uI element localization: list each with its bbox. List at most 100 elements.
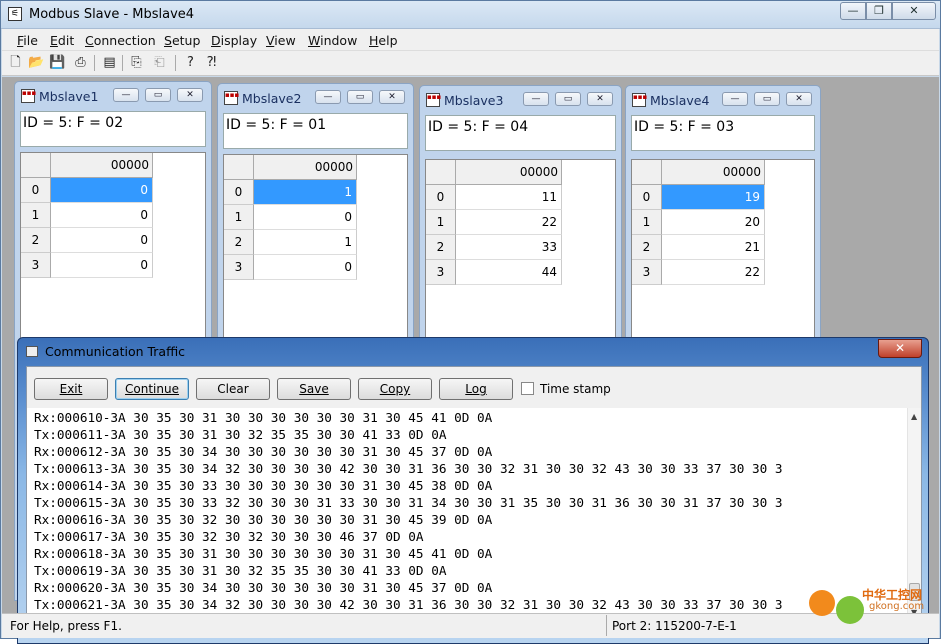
child-minimize-button[interactable]: — <box>523 92 549 106</box>
child-maximize-button[interactable]: ▭ <box>145 88 171 102</box>
maximize-button[interactable]: ❐ <box>866 2 892 20</box>
register-cell[interactable]: 1 <box>254 180 357 205</box>
traffic-line: Rx:000616-3A 30 35 30 32 30 30 30 30 30 … <box>34 512 493 527</box>
register-cell[interactable]: 21 <box>662 235 765 260</box>
column-header[interactable]: 00000 <box>456 160 562 185</box>
child-close-button[interactable]: ✕ <box>786 92 812 106</box>
row-header[interactable]: 1 <box>426 210 456 235</box>
child-close-button[interactable]: ✕ <box>587 92 613 106</box>
scroll-up-icon[interactable]: ▲ <box>911 412 917 421</box>
row-header[interactable]: 2 <box>224 230 254 255</box>
copy-button[interactable]: Copy <box>358 378 432 400</box>
traffic-line: Rx:000612-3A 30 35 30 34 30 30 30 30 30 … <box>34 444 493 459</box>
row-header[interactable]: 1 <box>224 205 254 230</box>
child-maximize-button[interactable]: ▭ <box>555 92 581 106</box>
disconnect-icon[interactable]: ⎗ <box>151 54 168 71</box>
row-header[interactable]: 1 <box>21 203 51 228</box>
child-close-button[interactable]: ✕ <box>379 90 405 104</box>
child-window-title: Mbslave1 <box>39 89 99 104</box>
menu-setup[interactable]: Setup <box>164 33 200 48</box>
register-cell[interactable]: 44 <box>456 260 562 285</box>
register-cell[interactable]: 0 <box>254 255 357 280</box>
modbus-app-icon: ⚟ <box>8 7 22 21</box>
clear-button[interactable]: Clear <box>196 378 270 400</box>
time-stamp-checkbox[interactable] <box>521 382 534 395</box>
save-disk-icon[interactable]: 💾 <box>49 54 66 71</box>
menu-view[interactable]: View <box>266 33 296 48</box>
communication-traffic-window: Communication Traffic ✕ Exit Continue Cl… <box>17 337 929 644</box>
save-button[interactable]: Save <box>277 378 351 400</box>
row-header[interactable]: 0 <box>632 185 662 210</box>
register-cell[interactable]: 0 <box>51 253 153 278</box>
register-grid[interactable]: 00000 0 1 1 0 2 1 3 0 <box>223 154 408 344</box>
register-cell[interactable]: 1 <box>254 230 357 255</box>
child-minimize-button[interactable]: — <box>315 90 341 104</box>
menu-window[interactable]: Window <box>308 33 357 48</box>
menu-connection[interactable]: Connection <box>85 33 156 48</box>
traffic-line: Tx:000619-3A 30 35 30 31 30 32 35 35 30 … <box>34 563 447 578</box>
child-minimize-button[interactable]: — <box>722 92 748 106</box>
register-cell[interactable]: 33 <box>456 235 562 260</box>
row-header[interactable]: 0 <box>224 180 254 205</box>
menu-display[interactable]: Display <box>211 33 257 48</box>
register-cell[interactable]: 19 <box>662 185 765 210</box>
row-header[interactable]: 1 <box>632 210 662 235</box>
open-folder-icon[interactable]: 📂 <box>28 54 45 71</box>
register-cell[interactable]: 22 <box>456 210 562 235</box>
register-grid[interactable]: 00000 0 19 1 20 2 21 3 22 <box>631 159 815 349</box>
traffic-log[interactable]: Tx:000621-3A 30 35 30 34 32 30 30 30 30 … <box>27 408 921 637</box>
continue-button[interactable]: Continue <box>115 378 189 400</box>
minimize-button[interactable]: — <box>840 2 866 20</box>
new-document-icon[interactable]: 🗋 <box>7 54 24 71</box>
row-header[interactable]: 3 <box>224 255 254 280</box>
menu-help[interactable]: Help <box>369 33 398 48</box>
register-cell[interactable]: 0 <box>254 205 357 230</box>
connect-icon[interactable]: ⎘ <box>128 54 145 71</box>
slave-id-function: ID = 5: F = 02 <box>20 111 206 147</box>
register-grid[interactable]: 00000 0 11 1 22 2 33 3 44 <box>425 159 616 349</box>
grid-corner <box>224 155 254 180</box>
traffic-close-button[interactable]: ✕ <box>878 339 922 358</box>
register-cell[interactable]: 0 <box>51 178 153 203</box>
close-button[interactable]: ✕ <box>892 2 936 20</box>
traffic-line: Rx:000614-3A 30 35 30 33 30 30 30 30 30 … <box>34 478 493 493</box>
register-cell[interactable]: 11 <box>456 185 562 210</box>
log-button[interactable]: Log <box>439 378 513 400</box>
menu-bar: File Edit Connection Setup Display View Window… <box>2 29 939 51</box>
child-maximize-button[interactable]: ▭ <box>754 92 780 106</box>
help-icon[interactable]: ? <box>182 54 199 71</box>
row-header[interactable]: 2 <box>426 235 456 260</box>
document-icon: ▪▪▪ <box>21 89 36 103</box>
child-minimize-button[interactable]: — <box>113 88 139 102</box>
menu-edit[interactable]: Edit <box>50 33 74 48</box>
context-help-icon[interactable]: ⁈ <box>203 54 220 71</box>
watermark-logo: 中华工控网 gkong.com <box>806 584 936 624</box>
exit-button[interactable]: Exit <box>34 378 108 400</box>
register-cell[interactable]: 22 <box>662 260 765 285</box>
traffic-window-title: Communication Traffic <box>45 344 186 359</box>
grid-corner <box>21 153 51 178</box>
menu-file[interactable]: File <box>17 33 38 48</box>
column-header[interactable]: 00000 <box>51 153 153 178</box>
slave-id-function: ID = 5: F = 03 <box>631 115 815 151</box>
row-header[interactable]: 3 <box>426 260 456 285</box>
row-header[interactable]: 0 <box>21 178 51 203</box>
column-header[interactable]: 00000 <box>254 155 357 180</box>
register-cell[interactable]: 20 <box>662 210 765 235</box>
watermark-sub: gkong.com <box>869 601 925 612</box>
column-header[interactable]: 00000 <box>662 160 765 185</box>
status-port-text: Port 2: 115200-7-E-1 <box>606 615 836 636</box>
row-header[interactable]: 0 <box>426 185 456 210</box>
register-grid[interactable]: 00000 0 0 1 0 2 0 3 0 <box>20 152 206 342</box>
register-cell[interactable]: 0 <box>51 228 153 253</box>
child-close-button[interactable]: ✕ <box>177 88 203 102</box>
document-icon: ▪▪▪ <box>632 93 647 107</box>
row-header[interactable]: 3 <box>21 253 51 278</box>
row-header[interactable]: 2 <box>632 235 662 260</box>
row-header[interactable]: 2 <box>21 228 51 253</box>
print-icon[interactable]: ⎙ <box>72 54 89 71</box>
window-icon[interactable]: ▤ <box>101 54 118 71</box>
register-cell[interactable]: 0 <box>51 203 153 228</box>
child-maximize-button[interactable]: ▭ <box>347 90 373 104</box>
row-header[interactable]: 3 <box>632 260 662 285</box>
